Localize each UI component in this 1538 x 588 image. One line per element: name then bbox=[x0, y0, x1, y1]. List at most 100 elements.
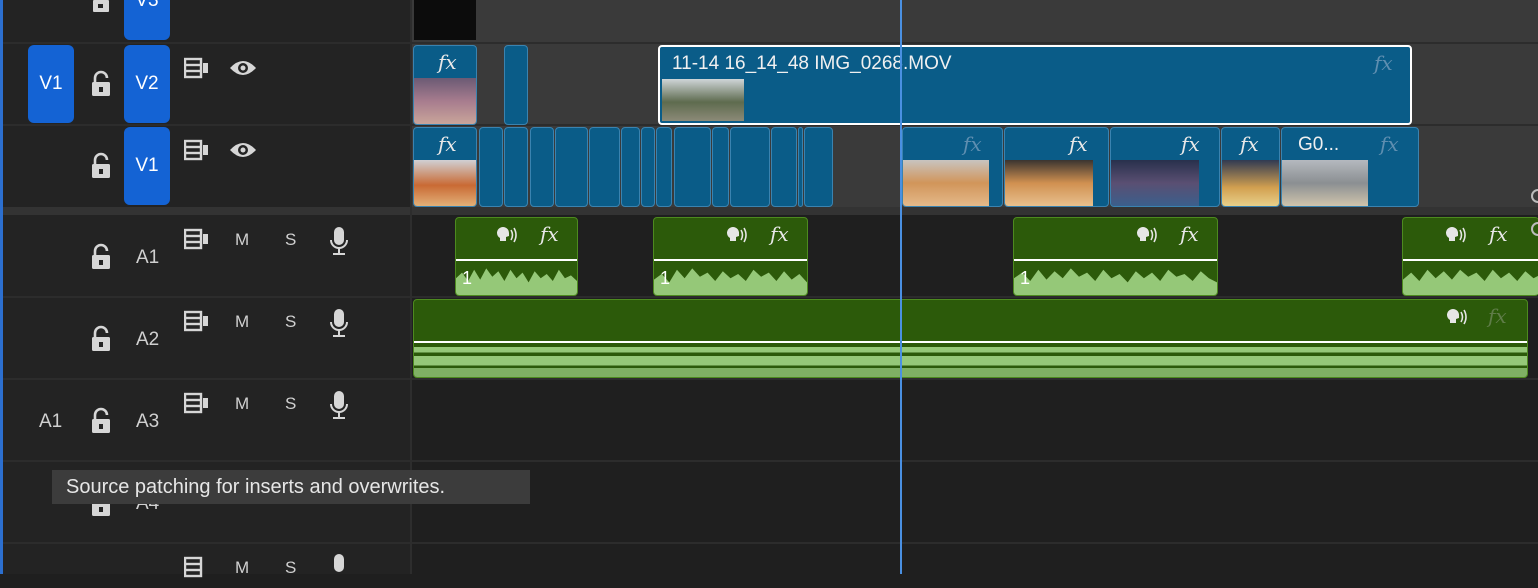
clip-thumbnail bbox=[414, 78, 476, 124]
volume-line[interactable] bbox=[456, 259, 577, 261]
audio-gain-icon[interactable] bbox=[724, 225, 748, 250]
fx-badge[interactable]: fx bbox=[1374, 51, 1393, 75]
microphone-icon[interactable] bbox=[329, 226, 349, 261]
video-clip[interactable] bbox=[798, 127, 803, 207]
fx-badge[interactable]: fx bbox=[540, 222, 559, 246]
fx-badge[interactable]: fx bbox=[1069, 132, 1088, 156]
solo-button[interactable]: S bbox=[285, 230, 296, 250]
video-clip[interactable] bbox=[804, 127, 833, 207]
lock-icon[interactable] bbox=[89, 325, 113, 358]
waveform bbox=[1403, 269, 1538, 295]
video-clip[interactable]: fx bbox=[1110, 127, 1220, 207]
zoom-handle[interactable] bbox=[1531, 222, 1538, 236]
video-clip[interactable]: fx bbox=[413, 127, 477, 207]
fx-badge[interactable]: fx bbox=[438, 50, 457, 74]
video-clip[interactable]: G0... fx bbox=[1281, 127, 1419, 207]
audio-gain-icon[interactable] bbox=[1444, 307, 1468, 332]
eye-icon[interactable] bbox=[229, 140, 257, 165]
video-clip[interactable] bbox=[771, 127, 797, 207]
video-clip[interactable]: fx bbox=[413, 45, 477, 125]
solo-button[interactable]: S bbox=[285, 558, 296, 578]
video-audio-separator[interactable] bbox=[0, 207, 1538, 215]
fx-badge[interactable]: fx bbox=[1240, 132, 1259, 156]
audio-clip[interactable]: fx 1 bbox=[1013, 217, 1218, 296]
audio-clip[interactable]: fx bbox=[413, 299, 1528, 378]
track-target-v2[interactable]: V2 bbox=[124, 45, 170, 123]
video-clip[interactable] bbox=[589, 127, 620, 207]
zoom-handle[interactable] bbox=[1531, 189, 1538, 203]
clip-thumbnail bbox=[1222, 160, 1279, 206]
video-clip[interactable] bbox=[712, 127, 729, 207]
video-clip[interactable] bbox=[730, 127, 770, 207]
sync-lock-icon[interactable] bbox=[183, 310, 210, 337]
video-clip[interactable] bbox=[504, 45, 528, 125]
clip-thumbnail bbox=[414, 160, 476, 206]
video-clip[interactable] bbox=[641, 127, 655, 207]
fx-badge[interactable]: fx bbox=[1489, 222, 1508, 246]
sync-lock-icon[interactable] bbox=[183, 556, 210, 583]
sync-lock-icon[interactable] bbox=[183, 392, 210, 419]
video-clip[interactable]: fx bbox=[1004, 127, 1109, 207]
video-clip[interactable]: fx bbox=[1221, 127, 1280, 207]
source-patch-a1[interactable]: A1 bbox=[39, 411, 62, 433]
video-clip[interactable] bbox=[530, 127, 554, 207]
video-clip[interactable] bbox=[479, 127, 503, 207]
audio-clip[interactable]: fx 1 bbox=[653, 217, 808, 296]
track-divider bbox=[0, 378, 1538, 380]
lock-icon[interactable] bbox=[89, 70, 113, 103]
solo-button[interactable]: S bbox=[285, 394, 296, 414]
video-clip[interactable] bbox=[674, 127, 711, 207]
lock-icon[interactable] bbox=[89, 407, 113, 440]
track-label-a2: A2 bbox=[136, 329, 160, 350]
v3-black-clip[interactable] bbox=[414, 0, 476, 40]
fx-badge[interactable]: fx bbox=[438, 132, 457, 156]
mute-button[interactable]: M bbox=[235, 312, 249, 332]
volume-line[interactable] bbox=[414, 341, 1527, 343]
track-target-v1[interactable]: V1 bbox=[124, 127, 170, 205]
audio-clip[interactable]: fx bbox=[1402, 217, 1538, 296]
video-clip[interactable] bbox=[656, 127, 672, 207]
sync-lock-icon[interactable] bbox=[183, 228, 210, 255]
fx-badge[interactable]: fx bbox=[1180, 222, 1199, 246]
mute-button[interactable]: M bbox=[235, 230, 249, 250]
audio-gain-icon[interactable] bbox=[1134, 225, 1158, 250]
fx-badge[interactable]: fx bbox=[1181, 132, 1200, 156]
audio-clip[interactable]: fx 1 bbox=[455, 217, 578, 296]
video-clip[interactable]: fx bbox=[902, 127, 1003, 207]
mute-button[interactable]: M bbox=[235, 394, 249, 414]
microphone-icon[interactable] bbox=[329, 308, 349, 343]
audio-gain-icon[interactable] bbox=[494, 225, 518, 250]
track-label-a3: A3 bbox=[136, 411, 160, 432]
eye-icon[interactable] bbox=[229, 58, 257, 83]
solo-button[interactable]: S bbox=[285, 312, 296, 332]
lock-icon[interactable] bbox=[89, 243, 113, 276]
clip-thumbnail bbox=[662, 79, 744, 121]
waveform bbox=[414, 347, 1527, 377]
video-clip-selected[interactable]: 11-14 16_14_48 IMG_0268.MOV fx bbox=[658, 45, 1412, 125]
microphone-icon[interactable] bbox=[329, 390, 349, 425]
video-clip[interactable] bbox=[621, 127, 640, 207]
sync-lock-icon[interactable] bbox=[183, 57, 210, 84]
v3-track-area bbox=[412, 0, 1538, 42]
volume-line[interactable] bbox=[1014, 259, 1217, 261]
lock-icon[interactable] bbox=[89, 152, 113, 185]
track-target-v3[interactable]: V3 bbox=[124, 0, 170, 40]
volume-line[interactable] bbox=[1403, 259, 1538, 261]
track-divider bbox=[0, 460, 1538, 462]
video-clip[interactable] bbox=[555, 127, 588, 207]
lock-icon[interactable] bbox=[90, 0, 112, 19]
source-patch-label: V1 bbox=[39, 73, 63, 94]
microphone-icon[interactable] bbox=[329, 553, 349, 588]
sync-lock-icon[interactable] bbox=[183, 139, 210, 166]
fx-badge[interactable]: fx bbox=[963, 132, 982, 156]
fx-badge[interactable]: fx bbox=[1488, 304, 1507, 328]
playhead[interactable] bbox=[900, 0, 902, 574]
mute-button[interactable]: M bbox=[235, 558, 249, 578]
clip-name: 11-14 16_14_48 IMG_0268.MOV bbox=[672, 53, 952, 74]
audio-gain-icon[interactable] bbox=[1443, 225, 1467, 250]
fx-badge[interactable]: fx bbox=[770, 222, 789, 246]
source-patch-v1[interactable]: V1 bbox=[28, 45, 74, 123]
video-clip[interactable] bbox=[504, 127, 528, 207]
volume-line[interactable] bbox=[654, 259, 807, 261]
fx-badge[interactable]: fx bbox=[1380, 132, 1399, 156]
